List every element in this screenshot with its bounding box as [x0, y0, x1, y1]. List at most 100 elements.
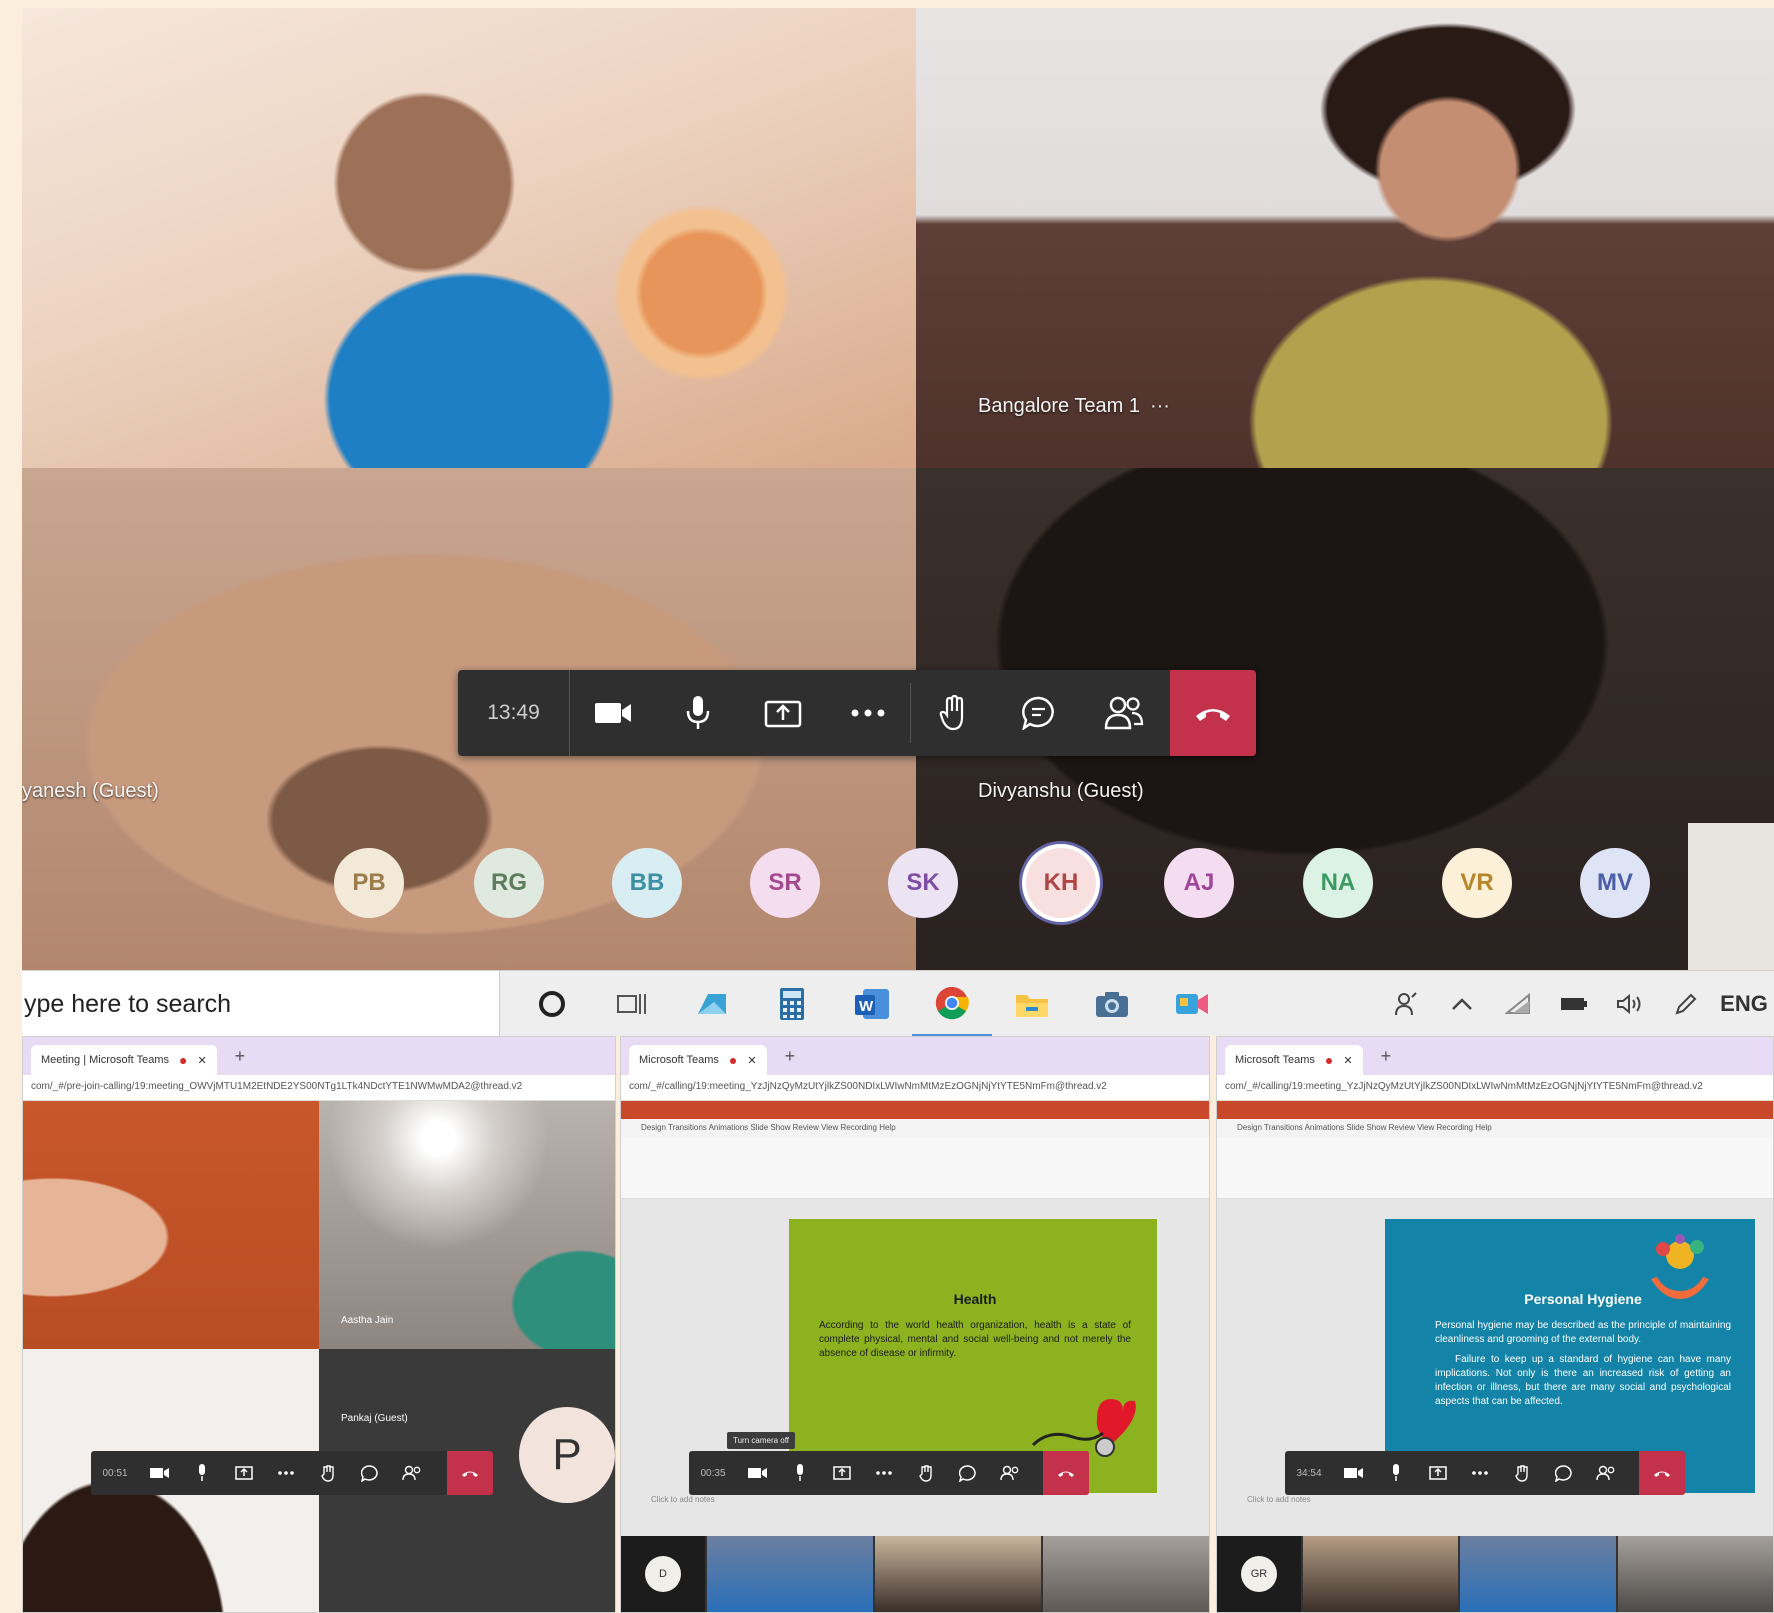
camera-button[interactable]	[737, 1451, 779, 1495]
participant-avatar[interactable]: SR	[750, 848, 820, 918]
participant-avatar-selected[interactable]: KH	[1026, 848, 1096, 918]
camera-button[interactable]	[570, 670, 655, 756]
chat-button[interactable]	[1543, 1451, 1585, 1495]
taskbar-app-photos[interactable]	[672, 971, 752, 1037]
slide-notes-placeholder[interactable]: Click to add notes	[1247, 1495, 1311, 1504]
video-tile[interactable]: Aastha Jain	[319, 1101, 615, 1349]
more-actions-button[interactable]	[825, 670, 910, 756]
participant-video-thumb[interactable]	[875, 1536, 1041, 1612]
participant-avatar-tile[interactable]: GR	[1217, 1536, 1301, 1612]
taskbar-app-chrome[interactable]	[912, 971, 992, 1037]
participant-avatar: D	[645, 1556, 681, 1592]
video-tile-bangalore-team[interactable]: Bangalore Team 1 ···	[916, 8, 1774, 468]
new-tab-icon[interactable]: +	[235, 1046, 246, 1067]
more-options-icon[interactable]: ···	[1150, 395, 1170, 417]
taskbar-app-calculator[interactable]	[752, 971, 832, 1037]
hang-up-button[interactable]	[447, 1451, 493, 1495]
address-bar[interactable]: com/_#/calling/19:meeting_YzJjNzQyMzUtYj…	[1217, 1075, 1773, 1101]
slide-notes-placeholder[interactable]: Click to add notes	[651, 1495, 715, 1504]
participants-button[interactable]	[1081, 670, 1166, 756]
taskbar-app-video-editor[interactable]	[1152, 971, 1232, 1037]
participant-avatar[interactable]: NA	[1303, 848, 1373, 918]
powerpoint-ribbon-tabs[interactable]: Design Transitions Animations Slide Show…	[621, 1119, 1209, 1137]
participant-avatar[interactable]: RG	[474, 848, 544, 918]
participant-avatar[interactable]: PB	[334, 848, 404, 918]
video-tile[interactable]	[23, 1101, 319, 1349]
participant-avatar[interactable]: P	[519, 1407, 615, 1503]
screenshot-panel-health-slide: Microsoft Teams ● ✕ + com/_#/calling/19:…	[620, 1036, 1210, 1613]
close-tab-icon[interactable]: ✕	[197, 1054, 206, 1067]
share-screen-button[interactable]	[223, 1451, 265, 1495]
network-tray-button[interactable]	[1490, 971, 1546, 1037]
raise-hand-button[interactable]	[911, 670, 996, 756]
participant-avatar[interactable]: AJ	[1164, 848, 1234, 918]
share-tray-icon	[833, 1466, 851, 1480]
raise-hand-button[interactable]	[905, 1451, 947, 1495]
taskbar-app-camera[interactable]	[1072, 971, 1152, 1037]
taskbar-app-word[interactable]: W	[832, 971, 912, 1037]
more-actions-button[interactable]	[265, 1451, 307, 1495]
powerpoint-ribbon-toolbar[interactable]	[621, 1137, 1209, 1199]
participant-video-thumb[interactable]	[707, 1536, 873, 1612]
share-screen-button[interactable]	[1417, 1451, 1459, 1495]
battery-tray-button[interactable]	[1546, 971, 1602, 1037]
participant-avatar[interactable]: BB	[612, 848, 682, 918]
participants-button[interactable]	[989, 1451, 1031, 1495]
microphone-button[interactable]	[655, 670, 740, 756]
participants-button[interactable]	[1585, 1451, 1627, 1495]
raise-hand-button[interactable]	[1501, 1451, 1543, 1495]
call-control-bar: 00:35	[689, 1451, 1089, 1495]
chat-button[interactable]	[349, 1451, 391, 1495]
call-timer: 13:49	[458, 670, 570, 756]
close-tab-icon[interactable]: ✕	[747, 1054, 756, 1067]
more-actions-button[interactable]	[1459, 1451, 1501, 1495]
more-actions-button[interactable]	[863, 1451, 905, 1495]
pen-tray-button[interactable]	[1658, 971, 1714, 1037]
show-hidden-icons-button[interactable]	[1434, 971, 1490, 1037]
browser-tab[interactable]: Microsoft Teams ● ✕	[1225, 1045, 1363, 1075]
participant-avatar[interactable]: MV	[1580, 848, 1650, 918]
raise-hand-icon	[939, 695, 963, 731]
participants-button[interactable]	[391, 1451, 433, 1495]
microphone-button[interactable]	[1375, 1451, 1417, 1495]
people-tray-button[interactable]	[1378, 971, 1434, 1037]
taskbar-app-file-explorer[interactable]	[992, 971, 1072, 1037]
powerpoint-ribbon-tabs[interactable]: Design Transitions Animations Slide Show…	[1217, 1119, 1773, 1137]
chat-button[interactable]	[996, 670, 1081, 756]
share-screen-button[interactable]	[740, 670, 825, 756]
address-bar[interactable]: com/_#/pre-join-calling/19:meeting_OWVjM…	[23, 1075, 615, 1101]
microphone-button[interactable]	[181, 1451, 223, 1495]
new-tab-icon[interactable]: +	[1381, 1046, 1392, 1067]
volume-tray-button[interactable]	[1602, 971, 1658, 1037]
camera-button[interactable]	[1333, 1451, 1375, 1495]
input-language-indicator[interactable]: ENG	[1714, 971, 1774, 1037]
hang-up-button[interactable]	[1639, 1451, 1685, 1495]
microphone-button[interactable]	[779, 1451, 821, 1495]
participant-video-thumb[interactable]	[1303, 1536, 1459, 1612]
participant-avatar-row: PB RG BB SR SK KH AJ NA VR MV	[22, 848, 1774, 944]
participant-video-thumb[interactable]	[1460, 1536, 1616, 1612]
address-bar[interactable]: com/_#/calling/19:meeting_YzJjNzQyMzUtYj…	[621, 1075, 1209, 1101]
chat-button[interactable]	[947, 1451, 989, 1495]
video-tile-host[interactable]	[22, 8, 916, 468]
participant-video-thumb[interactable]	[1043, 1536, 1209, 1612]
close-tab-icon[interactable]: ✕	[1343, 1054, 1352, 1067]
browser-tab[interactable]: Meeting | Microsoft Teams ● ✕	[31, 1045, 217, 1075]
recording-dot-icon: ●	[728, 1052, 738, 1068]
cortana-button[interactable]	[512, 971, 592, 1037]
powerpoint-ribbon-toolbar[interactable]	[1217, 1137, 1773, 1199]
hang-up-button[interactable]	[1043, 1451, 1089, 1495]
browser-tab[interactable]: Microsoft Teams ● ✕	[629, 1045, 767, 1075]
participant-avatar[interactable]: VR	[1442, 848, 1512, 918]
participant-video-thumb[interactable]	[1617, 1536, 1773, 1612]
camera-button[interactable]	[139, 1451, 181, 1495]
hang-up-button[interactable]	[1170, 670, 1256, 756]
share-screen-button[interactable]	[821, 1451, 863, 1495]
raise-hand-button[interactable]	[307, 1451, 349, 1495]
hang-up-phone-icon	[1196, 709, 1230, 721]
task-view-button[interactable]	[592, 971, 672, 1037]
participant-avatar-tile[interactable]: D	[621, 1536, 705, 1612]
new-tab-icon[interactable]: +	[785, 1046, 796, 1067]
participant-avatar[interactable]: SK	[888, 848, 958, 918]
taskbar-search-box[interactable]: ype here to search	[22, 971, 500, 1037]
